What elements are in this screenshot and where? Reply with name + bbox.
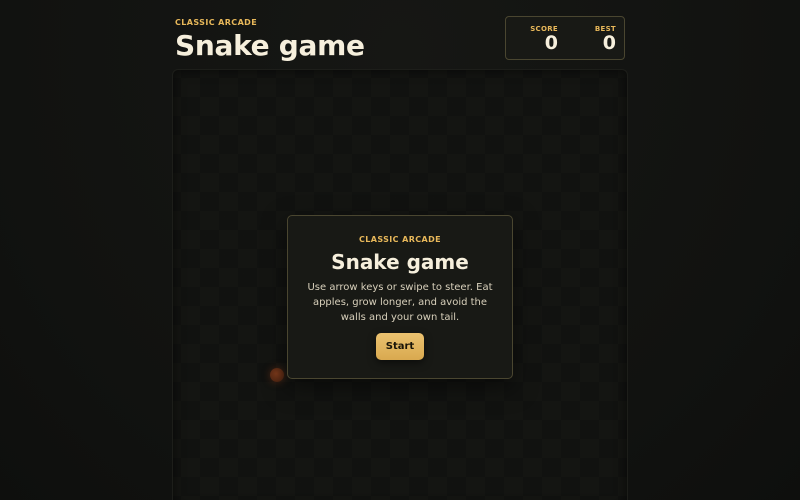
best-score-display: BEST 0 (595, 25, 616, 53)
apple-icon (270, 368, 284, 382)
dialog-title: Snake game (331, 250, 469, 274)
best-value: 0 (602, 32, 616, 54)
score-display: SCORE 0 (530, 25, 558, 53)
game-page: CLASSIC ARCADE Snake game SCORE 0 BEST 0… (0, 0, 800, 500)
game-header: CLASSIC ARCADE Snake game SCORE 0 BEST 0 (175, 16, 625, 66)
start-dialog: CLASSIC ARCADE Snake game Use arrow keys… (287, 215, 513, 379)
scoreboard: SCORE 0 BEST 0 (505, 16, 625, 60)
header-eyebrow: CLASSIC ARCADE (175, 18, 258, 27)
page-title: Snake game (175, 29, 365, 62)
start-button[interactable]: Start (376, 333, 424, 360)
score-value: 0 (544, 32, 558, 54)
dialog-eyebrow: CLASSIC ARCADE (358, 235, 442, 244)
dialog-description: Use arrow keys or swipe to steer. Eat ap… (307, 282, 493, 323)
